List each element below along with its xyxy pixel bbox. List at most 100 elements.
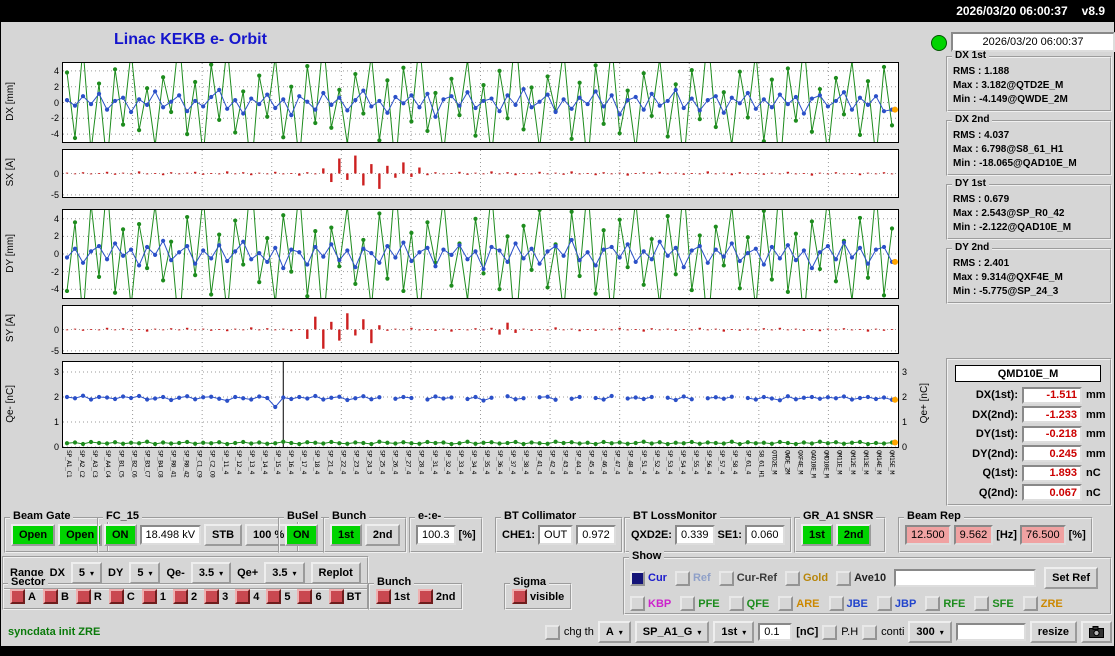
- monitor-row-value: -1.233: [1022, 406, 1082, 423]
- selected-monitor-name[interactable]: QMD10E_M: [955, 365, 1101, 382]
- mode-select[interactable]: A: [597, 621, 631, 643]
- fc15-stb-button[interactable]: STB: [204, 524, 243, 546]
- checkbox-indicator[interactable]: [1022, 596, 1038, 611]
- checkbox-indicator[interactable]: [417, 589, 433, 604]
- show-checkbox-ref[interactable]: Ref: [674, 570, 711, 586]
- bunch-checkbox-1st[interactable]: 1st: [376, 589, 410, 604]
- bunch-2nd-button[interactable]: 2nd: [364, 524, 401, 546]
- window-bottom-bar: [0, 646, 1115, 656]
- dx-orbit-plot[interactable]: 4 2 0 -2 -4: [51, 62, 899, 143]
- screenshot-button[interactable]: [1081, 621, 1112, 643]
- aux-input[interactable]: [955, 623, 1026, 641]
- checkbox-indicator[interactable]: [10, 589, 25, 604]
- checkbox-indicator[interactable]: [266, 589, 282, 604]
- bpm-label: SP_44_4: [574, 450, 583, 474]
- sector-checkbox-a[interactable]: A: [10, 589, 36, 604]
- checkbox-indicator[interactable]: [876, 596, 892, 611]
- checkbox-indicator[interactable]: [680, 596, 696, 611]
- checkbox-indicator[interactable]: [828, 596, 844, 611]
- charge-plot[interactable]: 3 2 1 0 3 2 1 0: [54, 361, 907, 452]
- set-ref-button[interactable]: Set Ref: [1044, 567, 1099, 589]
- checkbox-indicator[interactable]: [376, 589, 391, 604]
- snsr-2nd-button[interactable]: 2nd: [835, 524, 872, 546]
- checkbox-indicator[interactable]: [512, 589, 527, 604]
- y-tick-label: 4: [53, 65, 59, 76]
- busel-on-button[interactable]: ON: [285, 524, 318, 546]
- bpm-label: SP_B2_C6: [130, 450, 139, 478]
- bpm-label: SP_48_4: [626, 450, 635, 474]
- beam-gate-open-button-2[interactable]: Open: [58, 524, 103, 546]
- range-dx-select[interactable]: 5: [70, 562, 103, 584]
- checkbox-indicator[interactable]: [42, 589, 58, 604]
- show-checkbox-are[interactable]: ARE: [778, 596, 820, 611]
- sector-checkbox-1[interactable]: 1: [141, 589, 166, 604]
- checkbox-indicator[interactable]: [728, 596, 744, 611]
- sector-checkbox-6[interactable]: 6: [297, 589, 322, 604]
- conti-checkbox[interactable]: [862, 624, 878, 640]
- checkbox-indicator[interactable]: [204, 589, 220, 604]
- fc15-on-button[interactable]: ON: [104, 524, 137, 546]
- sector-checkbox-b[interactable]: B: [42, 589, 69, 604]
- sector-checkbox-4[interactable]: 4: [235, 589, 259, 604]
- ph-checkbox[interactable]: [822, 624, 838, 640]
- checkbox-indicator[interactable]: [172, 589, 188, 604]
- sector-checkbox-3[interactable]: 3: [204, 589, 228, 604]
- show-checkbox-qfe[interactable]: QFE: [728, 596, 769, 611]
- range-qep-select[interactable]: 3.5: [264, 562, 305, 584]
- show-checkbox-zre[interactable]: ZRE: [1022, 596, 1063, 611]
- bunch-select[interactable]: 1st: [713, 621, 755, 643]
- show-checkbox-cur-ref[interactable]: Cur-Ref: [718, 570, 777, 586]
- sector-checkbox-2[interactable]: 2: [172, 589, 197, 604]
- checkbox-indicator[interactable]: [785, 570, 801, 586]
- checkbox-indicator[interactable]: [630, 596, 645, 611]
- interval-select[interactable]: 300: [908, 621, 952, 643]
- checkbox-indicator[interactable]: [108, 589, 124, 604]
- show-checkbox-rfe[interactable]: RFE: [925, 596, 965, 611]
- sigma-checkbox-visible[interactable]: visible: [512, 589, 564, 604]
- sector-checkbox-c[interactable]: C: [108, 589, 135, 604]
- checkbox-indicator[interactable]: [141, 589, 157, 604]
- show-checkbox-jbp[interactable]: JBP: [876, 596, 916, 611]
- dy-orbit-plot[interactable]: 4 2 0 -2 -4: [51, 209, 899, 299]
- resize-button[interactable]: resize: [1029, 621, 1077, 643]
- range-dy-select[interactable]: 5: [129, 562, 161, 584]
- bpm-label: SP_A2_C2: [78, 450, 87, 478]
- show-checkbox-gold[interactable]: Gold: [785, 570, 828, 586]
- checkbox-indicator[interactable]: [674, 570, 690, 586]
- sector-checkbox-5[interactable]: 5: [266, 589, 290, 604]
- checkbox-indicator[interactable]: [75, 589, 91, 604]
- show-checkbox-sfe[interactable]: SFE: [974, 596, 1014, 611]
- sector-checkbox-bt[interactable]: BT: [328, 589, 361, 604]
- checkbox-indicator[interactable]: [328, 589, 344, 604]
- show-checkbox-ave10[interactable]: Ave10: [836, 570, 886, 586]
- bunch-checkbox-2nd[interactable]: 2nd: [417, 589, 455, 604]
- monitor-select[interactable]: SP_A1_G: [634, 621, 710, 643]
- checkbox-indicator[interactable]: [778, 596, 794, 611]
- checkbox-indicator[interactable]: [925, 596, 941, 611]
- busel-panel: BuSel ON: [278, 510, 325, 553]
- range-qem-select[interactable]: 3.5: [190, 562, 232, 584]
- set-ref-input[interactable]: [894, 569, 1037, 587]
- checkbox-indicator[interactable]: [718, 570, 734, 586]
- checkbox-indicator[interactable]: [630, 570, 645, 586]
- bpm-label: SP_36_4: [496, 450, 505, 474]
- show-checkbox-jbe[interactable]: JBE: [828, 596, 868, 611]
- replot-button[interactable]: Replot: [310, 562, 361, 584]
- stats-line: RMS : 2.401: [953, 258, 1010, 269]
- y-tick-label: 0: [53, 97, 59, 108]
- show-checkbox-cur[interactable]: Cur: [630, 570, 667, 586]
- checkbox-indicator[interactable]: [836, 570, 852, 586]
- checkbox-indicator[interactable]: [235, 589, 251, 604]
- show-checkbox-kbp[interactable]: KBP: [630, 596, 671, 611]
- chg-th-checkbox[interactable]: [544, 624, 560, 640]
- bunch-1st-button[interactable]: 1st: [330, 524, 362, 546]
- snsr-1st-button[interactable]: 1st: [801, 524, 833, 546]
- beam-gate-open-button-1[interactable]: Open: [11, 524, 56, 546]
- checkbox-indicator[interactable]: [974, 596, 990, 611]
- sx-steering-plot[interactable]: 0 -5: [51, 149, 899, 200]
- sector-checkbox-r[interactable]: R: [75, 589, 102, 604]
- checkbox-indicator[interactable]: [297, 589, 313, 604]
- threshold-input[interactable]: [758, 623, 793, 641]
- sy-steering-plot[interactable]: 0 -5: [51, 305, 899, 356]
- show-checkbox-pfe[interactable]: PFE: [680, 596, 720, 611]
